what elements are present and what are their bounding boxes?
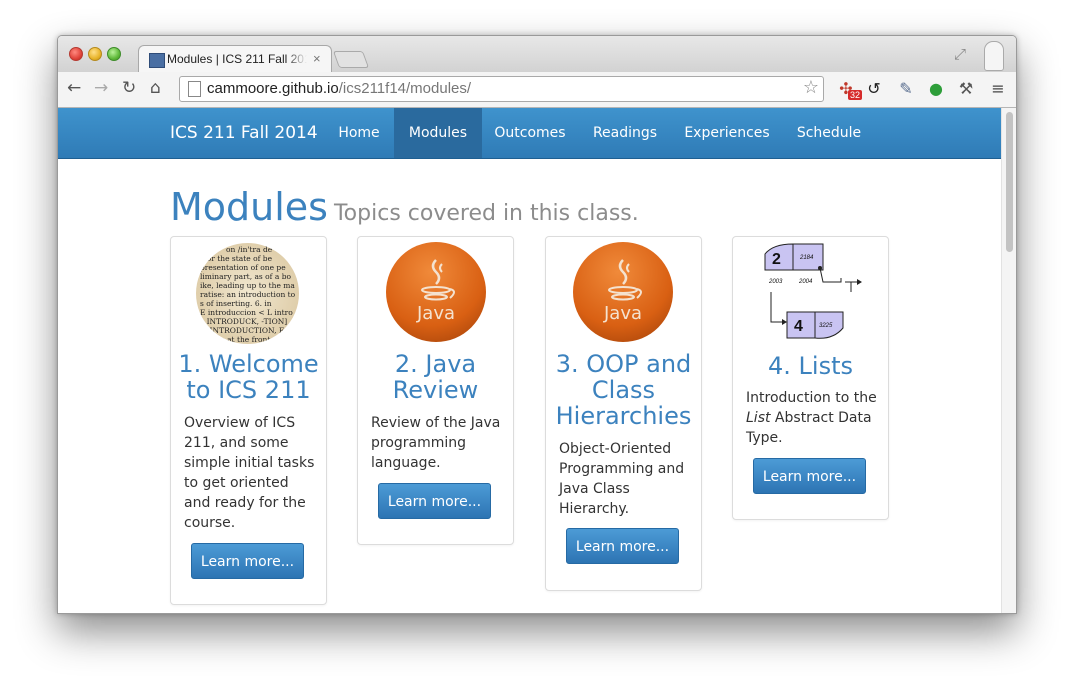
java-cup-icon: [421, 259, 455, 301]
home-icon[interactable]: ⌂: [150, 78, 161, 98]
svg-text:4: 4: [794, 318, 803, 335]
new-tab-button[interactable]: [332, 51, 370, 68]
zoom-window-button[interactable]: [107, 47, 121, 61]
java-logo: Java: [573, 242, 673, 342]
extension-icon[interactable]: ✣ 32: [836, 79, 863, 100]
nav-item-home[interactable]: Home: [328, 108, 390, 158]
site-brand[interactable]: ICS 211 Fall 2014: [170, 123, 318, 143]
learn-more-button[interactable]: Learn more...: [378, 483, 491, 519]
wrench-icon[interactable]: ⚒: [956, 79, 976, 99]
learn-more-button[interactable]: Learn more...: [753, 458, 866, 494]
module-title[interactable]: 2. Java Review: [358, 351, 513, 403]
back-arrow-icon[interactable]: ←: [67, 78, 81, 98]
page-viewport: ICS 211 Fall 2014 Home Modules Outcomes …: [58, 108, 1001, 613]
site-navbar: ICS 211 Fall 2014 Home Modules Outcomes …: [58, 108, 1001, 159]
eyedropper-icon[interactable]: ✎: [896, 79, 916, 99]
tab-close-icon[interactable]: ×: [313, 51, 321, 66]
svg-text:2004: 2004: [798, 279, 813, 285]
extension-badge: 32: [848, 90, 863, 100]
browser-toolbar: ← → ↻ ⌂ cammoore.github.io/ics211f14/mod…: [58, 72, 1016, 108]
fullscreen-icon[interactable]: ⤢: [954, 45, 966, 63]
module-description: Object-Oriented Programming and Java Cla…: [559, 441, 685, 517]
linked-list-diagram: 2 2184 2003 2004 4 3225: [764, 243, 862, 339]
module-title[interactable]: 1. Welcome to ICS 211: [171, 351, 326, 403]
module-title[interactable]: 3. OOP and Class Hierarchies: [546, 351, 701, 429]
vertical-scrollbar[interactable]: [1001, 108, 1016, 613]
learn-more-button[interactable]: Learn more...: [191, 543, 304, 579]
nav-item-experiences[interactable]: Experiences: [676, 108, 778, 158]
reload-icon[interactable]: ↻: [122, 78, 136, 98]
svg-text:2184: 2184: [799, 255, 814, 261]
module-description: Introduction to the List Abstract Data T…: [746, 390, 877, 446]
module-card-2: Java 2. Java Review Review of the Java p…: [357, 236, 514, 545]
java-cup-icon: [608, 259, 642, 301]
page-icon: [188, 81, 201, 97]
module-card-4: 2 2184 2003 2004 4 3225 4. Lists Introdu…: [732, 236, 889, 520]
chat-icon[interactable]: ●: [926, 79, 946, 99]
browser-window: Modules | ICS 211 Fall 2014 × ⤢ ← → ↻ ⌂ …: [57, 35, 1017, 614]
address-bar[interactable]: cammoore.github.io/ics211f14/modules/ ☆: [179, 76, 824, 102]
profile-icon[interactable]: [984, 41, 1004, 71]
java-logo: Java: [386, 242, 486, 342]
module-title[interactable]: 4. Lists: [733, 353, 888, 379]
module-description: Review of the Java programming language.: [371, 415, 501, 471]
learn-more-button[interactable]: Learn more...: [566, 528, 679, 564]
java-logo-text: Java: [416, 303, 456, 324]
scrollbar-thumb[interactable]: [1006, 112, 1013, 252]
menu-icon[interactable]: ≡: [988, 79, 1008, 99]
page-title: Modules: [170, 185, 328, 229]
page-header: Modules Topics covered in this class.: [170, 185, 639, 229]
nav-item-schedule[interactable]: Schedule: [786, 108, 872, 158]
favicon-icon: [149, 53, 165, 68]
active-tab[interactable]: Modules | ICS 211 Fall 2014 ×: [138, 45, 332, 73]
nav-item-outcomes[interactable]: Outcomes: [486, 108, 574, 158]
svg-text:2: 2: [772, 251, 781, 268]
module-card-1: on /in'tra de for the state of be presen…: [170, 236, 327, 605]
page-subtitle: Topics covered in this class.: [333, 201, 639, 226]
sync-icon[interactable]: ↺: [864, 79, 884, 99]
dictionary-introduction-image: on /in'tra de for the state of be presen…: [196, 243, 299, 344]
module-card-3: Java 3. OOP and Class Hierarchies Object…: [545, 236, 702, 591]
module-description: Overview of ICS 211, and some simple ini…: [184, 415, 315, 531]
tab-title: Modules | ICS 211 Fall 2014: [167, 52, 307, 66]
svg-text:2003: 2003: [768, 279, 783, 285]
close-window-button[interactable]: [69, 47, 83, 61]
tab-strip: Modules | ICS 211 Fall 2014 × ⤢: [58, 36, 1016, 73]
nav-item-modules[interactable]: Modules: [394, 108, 482, 158]
url-text[interactable]: cammoore.github.io/ics211f14/modules/: [207, 80, 471, 97]
forward-arrow-icon[interactable]: →: [94, 78, 108, 98]
bookmark-star-icon[interactable]: ☆: [803, 77, 819, 98]
java-logo-text: Java: [603, 303, 643, 324]
minimize-window-button[interactable]: [88, 47, 102, 61]
svg-text:3225: 3225: [819, 323, 833, 329]
list-emphasis: List: [746, 410, 771, 426]
nav-item-readings[interactable]: Readings: [582, 108, 668, 158]
